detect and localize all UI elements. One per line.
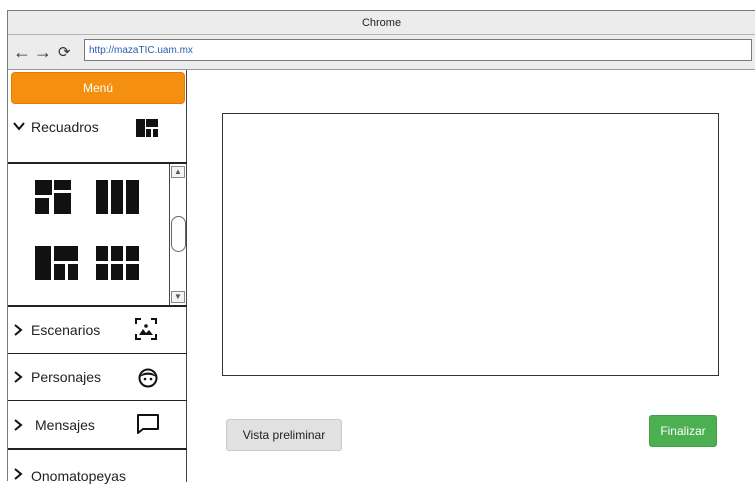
arrow-left-icon[interactable]: ←: [13, 43, 31, 61]
scroll-down-icon[interactable]: ▼: [171, 291, 185, 303]
chevron-right-icon: [13, 418, 23, 435]
comic-canvas[interactable]: [222, 113, 719, 376]
chevron-right-icon: [13, 323, 23, 340]
sidebar-item-mensajes[interactable]: Mensajes: [8, 401, 187, 450]
landscape-image-icon: [135, 318, 157, 345]
menu-button[interactable]: Menú: [11, 72, 185, 104]
sidebar-item-escenarios[interactable]: Escenarios: [8, 307, 187, 354]
chevron-right-icon: [13, 467, 23, 484]
layout-3col-icon[interactable]: [96, 180, 139, 219]
sidebar-item-onomatopeyas[interactable]: Onomatopeyas: [8, 450, 187, 484]
finish-button[interactable]: Finalizar: [649, 415, 717, 447]
preview-button[interactable]: Vista preliminar: [226, 419, 342, 451]
sidebar-item-label: Mensajes: [35, 417, 95, 433]
reload-icon[interactable]: ⟳: [58, 44, 71, 62]
sidebar-item-label: Escenarios: [31, 322, 101, 338]
sidebar-item-personajes[interactable]: Personajes: [8, 354, 187, 401]
navigation-bar: ← → ⟳: [8, 35, 755, 70]
face-icon: [138, 368, 158, 393]
layout-grid-icon: [136, 119, 158, 142]
sidebar-item-label: Recuadros: [31, 119, 99, 135]
layout-3x2-icon[interactable]: [96, 246, 139, 285]
sidebar-menu: Menú Recuadros ▲ ▼ Escenarios Personajes…: [8, 70, 187, 484]
sidebar-item-label: Personajes: [31, 369, 102, 385]
chevron-down-icon: [13, 118, 25, 135]
layout-2x2-icon[interactable]: [35, 180, 71, 219]
layout-panel: ▲ ▼: [8, 164, 187, 307]
layout-big-left-icon[interactable]: [35, 246, 78, 285]
address-bar[interactable]: [84, 39, 752, 61]
scroll-thumb[interactable]: [171, 216, 186, 252]
sidebar-item-recuadros[interactable]: Recuadros: [8, 106, 187, 164]
window-title: Chrome: [8, 11, 755, 35]
arrow-right-icon[interactable]: →: [34, 43, 52, 61]
sidebar-item-label: Onomatopeyas: [31, 468, 126, 484]
chevron-right-icon: [13, 370, 23, 387]
layout-thumbnails: [8, 164, 168, 305]
scroll-up-icon[interactable]: ▲: [171, 166, 185, 178]
speech-bubble-icon: [137, 414, 159, 439]
panel-scrollbar[interactable]: ▲ ▼: [169, 164, 186, 305]
